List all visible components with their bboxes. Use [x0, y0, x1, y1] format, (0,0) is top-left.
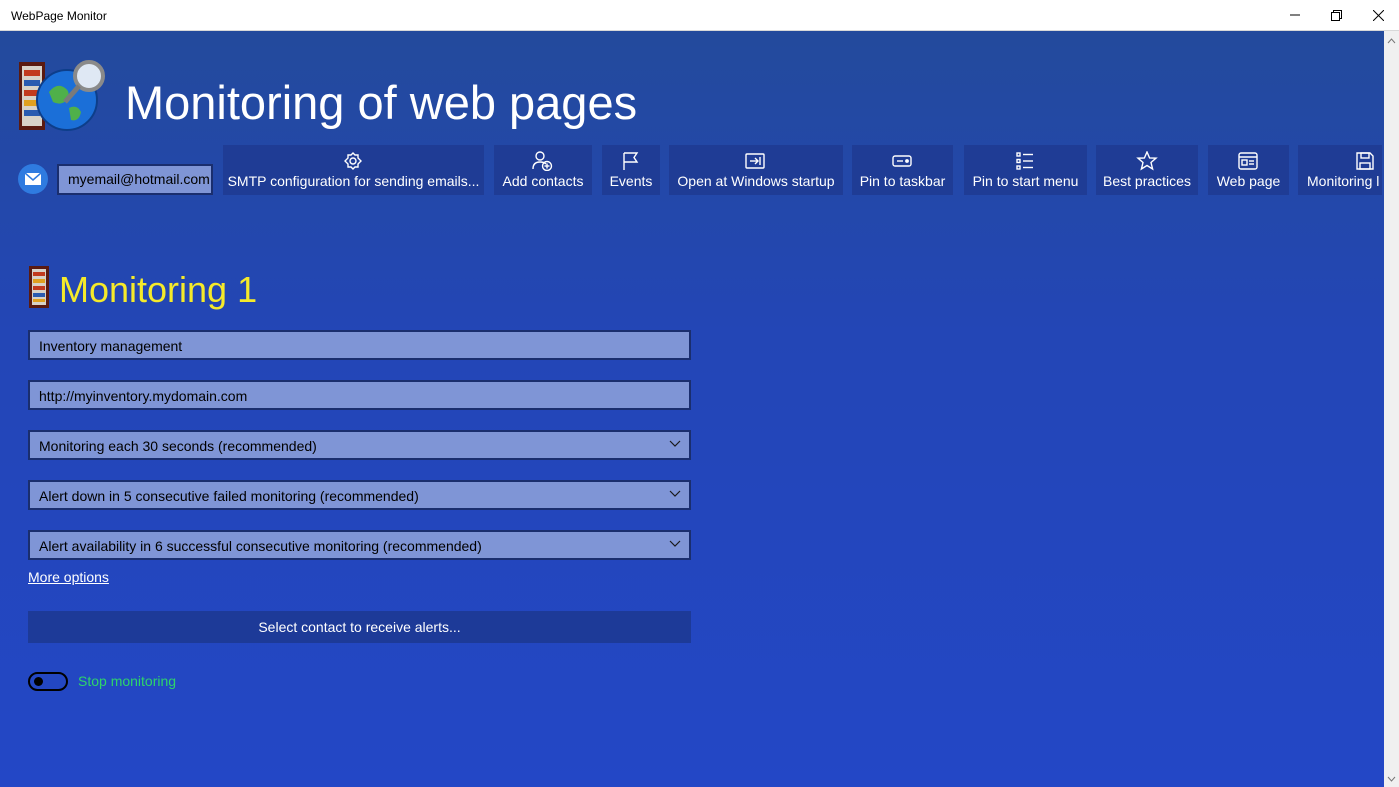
smtp-config-button[interactable]: SMTP configuration for sending emails... — [223, 145, 484, 195]
monitoring-icon — [29, 266, 49, 308]
web-page-icon — [1238, 152, 1258, 170]
list-icon — [1016, 152, 1033, 170]
email-icon — [18, 164, 48, 194]
pin-to-taskbar-label: Pin to taskbar — [859, 173, 946, 189]
monitor-name-value: Inventory management — [39, 338, 183, 354]
add-contact-icon — [532, 151, 553, 171]
alert-availability-select[interactable]: Alert availability in 6 successful conse… — [28, 530, 691, 560]
monitoring-save-button[interactable]: Monitoring l — [1298, 145, 1382, 195]
app-logo-icon — [19, 60, 105, 131]
add-contacts-button[interactable]: Add contacts — [494, 145, 592, 195]
chevron-up-icon — [1387, 37, 1396, 43]
restore-button[interactable] — [1315, 0, 1357, 30]
monitor-url-field[interactable]: http://myinventory.mydomain.com — [28, 380, 691, 410]
web-page-label: Web page — [1216, 173, 1281, 189]
events-button[interactable]: Events — [602, 145, 660, 195]
restore-icon — [1330, 9, 1342, 21]
gear-icon — [344, 152, 362, 170]
chevron-down-icon — [669, 490, 681, 497]
minimize-button[interactable] — [1274, 0, 1316, 30]
email-field[interactable]: myemail@hotmail.com — [57, 164, 213, 195]
alert-down-select[interactable]: Alert down in 5 consecutive failed monit… — [28, 480, 691, 510]
best-practices-button[interactable]: Best practices — [1096, 145, 1198, 195]
close-button[interactable] — [1357, 0, 1399, 30]
alert-availability-selected-value: Alert availability in 6 successful conse… — [39, 538, 482, 554]
monitoring-title: Monitoring 1 — [59, 269, 258, 310]
window-title: WebPage Monitor — [11, 9, 107, 23]
startup-icon — [745, 153, 765, 169]
stop-monitoring-label: Stop monitoring — [78, 673, 177, 689]
pin-to-start-menu-button[interactable]: Pin to start menu — [964, 145, 1087, 195]
pin-to-taskbar-button[interactable]: Pin to taskbar — [852, 145, 953, 195]
vertical-scrollbar[interactable] — [1384, 31, 1399, 787]
smtp-config-label: SMTP configuration for sending emails... — [227, 173, 480, 189]
monitor-url-value: http://myinventory.mydomain.com — [39, 388, 248, 404]
scroll-down-button[interactable] — [1384, 771, 1399, 786]
minimize-icon — [1290, 14, 1300, 16]
main-content: Monitoring of web pages myemail@hotmail.… — [0, 31, 1384, 787]
title-bar: WebPage Monitor — [0, 0, 1399, 31]
web-page-button[interactable]: Web page — [1208, 145, 1289, 195]
monitoring-save-label: Monitoring l — [1307, 173, 1380, 189]
best-practices-label: Best practices — [1103, 173, 1191, 189]
scroll-up-button[interactable] — [1384, 33, 1399, 48]
save-icon — [1356, 152, 1374, 170]
interval-selected-value: Monitoring each 30 seconds (recommended) — [39, 438, 317, 454]
chevron-down-icon — [1387, 776, 1396, 782]
page-title: Monitoring of web pages — [125, 76, 638, 129]
monitor-name-field[interactable]: Inventory management — [28, 330, 691, 360]
alert-down-selected-value: Alert down in 5 consecutive failed monit… — [39, 488, 419, 504]
close-icon — [1372, 9, 1384, 21]
taskbar-icon — [892, 155, 912, 167]
events-label: Events — [609, 173, 653, 189]
interval-select[interactable]: Monitoring each 30 seconds (recommended) — [28, 430, 691, 460]
star-icon — [1136, 151, 1158, 171]
toggle-knob — [34, 677, 43, 686]
select-contact-button[interactable]: Select contact to receive alerts... — [28, 611, 691, 643]
flag-icon — [623, 152, 639, 170]
chevron-down-icon — [669, 440, 681, 447]
more-options-link[interactable]: More options — [28, 569, 109, 585]
add-contacts-label: Add contacts — [502, 173, 584, 189]
open-at-startup-label: Open at Windows startup — [677, 173, 835, 189]
pin-to-start-menu-label: Pin to start menu — [972, 173, 1079, 189]
stop-monitoring-toggle[interactable] — [28, 672, 68, 691]
open-at-startup-button[interactable]: Open at Windows startup — [669, 145, 843, 195]
chevron-down-icon — [669, 540, 681, 547]
